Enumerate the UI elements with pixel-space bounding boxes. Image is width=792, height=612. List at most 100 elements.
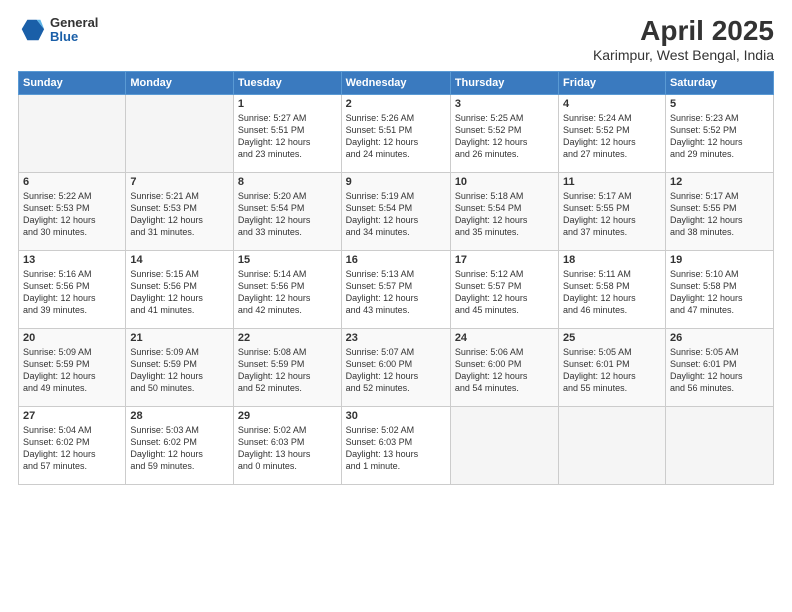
calendar-day-cell [559,406,666,484]
day-info: Sunrise: 5:27 AM Sunset: 5:51 PM Dayligh… [238,112,337,161]
day-number: 5 [670,98,769,110]
day-number: 3 [455,98,554,110]
day-info: Sunrise: 5:02 AM Sunset: 6:03 PM Dayligh… [346,424,446,473]
day-info: Sunrise: 5:24 AM Sunset: 5:52 PM Dayligh… [563,112,661,161]
calendar-day-cell: 18Sunrise: 5:11 AM Sunset: 5:58 PM Dayli… [559,250,666,328]
calendar-week-row: 20 Sunrise: 5:09 AM Sunset: 5:59 PM Dayli… [19,328,774,406]
day-info: Sunrise: 5:18 AM Sunset: 5:54 PM Dayligh… [455,190,554,239]
day-number: 17 [455,254,554,266]
day-info: Sunrise: 5:17 AM Sunset: 5:55 PM Dayligh… [670,190,769,239]
weekday-header-monday: Monday [126,71,234,94]
calendar-day-cell: 26Sunrise: 5:05 AM Sunset: 6:01 PM Dayli… [665,328,773,406]
calendar-week-row: 27 Sunrise: 5:04 AM Sunset: 6:02 PM Dayli… [19,406,774,484]
calendar-day-cell: 5Sunrise: 5:23 AM Sunset: 5:52 PM Daylig… [665,94,773,172]
day-info: Sunrise: 5:02 AM Sunset: 6:03 PM Dayligh… [238,424,337,473]
day-number: 16 [346,254,446,266]
calendar-day-cell: 20 Sunrise: 5:09 AM Sunset: 5:59 PM Dayli… [19,328,126,406]
day-number: 24 [455,332,554,344]
weekday-header-sunday: Sunday [19,71,126,94]
day-info: Sunrise: 5:19 AM Sunset: 5:54 PM Dayligh… [346,190,446,239]
calendar-day-cell: 3 Sunrise: 5:25 AM Sunset: 5:52 PM Daylig… [450,94,558,172]
calendar-day-cell: 19Sunrise: 5:10 AM Sunset: 5:58 PM Dayli… [665,250,773,328]
calendar-day-cell: 27 Sunrise: 5:04 AM Sunset: 6:02 PM Dayli… [19,406,126,484]
calendar-day-cell: 15 Sunrise: 5:14 AM Sunset: 5:56 PM Dayli… [233,250,341,328]
calendar-day-cell [126,94,234,172]
day-number: 30 [346,410,446,422]
calendar-day-cell: 12 Sunrise: 5:17 AM Sunset: 5:55 PM Dayli… [665,172,773,250]
logo-general: General [50,16,98,30]
day-number: 6 [23,176,121,188]
day-info: Sunrise: 5:05 AM Sunset: 6:01 PM Dayligh… [563,346,661,395]
title-block: April 2025 Karimpur, West Bengal, India [593,16,774,63]
logo-blue: Blue [50,30,98,44]
calendar-day-cell: 23 Sunrise: 5:07 AM Sunset: 6:00 PM Dayli… [341,328,450,406]
calendar-day-cell: 13 Sunrise: 5:16 AM Sunset: 5:56 PM Dayli… [19,250,126,328]
day-info: Sunrise: 5:09 AM Sunset: 5:59 PM Dayligh… [130,346,229,395]
calendar-day-cell: 24Sunrise: 5:06 AM Sunset: 6:00 PM Dayli… [450,328,558,406]
calendar-day-cell: 29Sunrise: 5:02 AM Sunset: 6:03 PM Dayli… [233,406,341,484]
day-info: Sunrise: 5:05 AM Sunset: 6:01 PM Dayligh… [670,346,769,395]
calendar-day-cell: 22 Sunrise: 5:08 AM Sunset: 5:59 PM Dayli… [233,328,341,406]
day-number: 27 [23,410,121,422]
calendar-week-row: 6 Sunrise: 5:22 AM Sunset: 5:53 PM Daylig… [19,172,774,250]
day-info: Sunrise: 5:12 AM Sunset: 5:57 PM Dayligh… [455,268,554,317]
weekday-header-friday: Friday [559,71,666,94]
calendar-day-cell: 8 Sunrise: 5:20 AM Sunset: 5:54 PM Daylig… [233,172,341,250]
page: General Blue April 2025 Karimpur, West B… [0,0,792,612]
day-info: Sunrise: 5:09 AM Sunset: 5:59 PM Dayligh… [23,346,121,395]
day-number: 20 [23,332,121,344]
calendar-subtitle: Karimpur, West Bengal, India [593,47,774,63]
weekday-header-wednesday: Wednesday [341,71,450,94]
day-number: 4 [563,98,661,110]
calendar-table: SundayMondayTuesdayWednesdayThursdayFrid… [18,71,774,485]
calendar-day-cell: 1 Sunrise: 5:27 AM Sunset: 5:51 PM Daylig… [233,94,341,172]
day-info: Sunrise: 5:03 AM Sunset: 6:02 PM Dayligh… [130,424,229,473]
calendar-day-cell [19,94,126,172]
day-info: Sunrise: 5:25 AM Sunset: 5:52 PM Dayligh… [455,112,554,161]
calendar-title: April 2025 [593,16,774,47]
day-info: Sunrise: 5:14 AM Sunset: 5:56 PM Dayligh… [238,268,337,317]
logo-text: General Blue [50,16,98,45]
day-number: 12 [670,176,769,188]
day-info: Sunrise: 5:21 AM Sunset: 5:53 PM Dayligh… [130,190,229,239]
day-number: 1 [238,98,337,110]
calendar-day-cell: 4 Sunrise: 5:24 AM Sunset: 5:52 PM Daylig… [559,94,666,172]
day-info: Sunrise: 5:22 AM Sunset: 5:53 PM Dayligh… [23,190,121,239]
day-info: Sunrise: 5:26 AM Sunset: 5:51 PM Dayligh… [346,112,446,161]
calendar-day-cell: 30 Sunrise: 5:02 AM Sunset: 6:03 PM Dayli… [341,406,450,484]
day-number: 13 [23,254,121,266]
day-number: 10 [455,176,554,188]
day-number: 23 [346,332,446,344]
day-number: 8 [238,176,337,188]
day-number: 15 [238,254,337,266]
weekday-header-saturday: Saturday [665,71,773,94]
day-number: 11 [563,176,661,188]
day-info: Sunrise: 5:04 AM Sunset: 6:02 PM Dayligh… [23,424,121,473]
calendar-header-row: SundayMondayTuesdayWednesdayThursdayFrid… [19,71,774,94]
calendar-day-cell [450,406,558,484]
calendar-day-cell: 10 Sunrise: 5:18 AM Sunset: 5:54 PM Dayli… [450,172,558,250]
calendar-day-cell: 9Sunrise: 5:19 AM Sunset: 5:54 PM Daylig… [341,172,450,250]
calendar-day-cell: 6 Sunrise: 5:22 AM Sunset: 5:53 PM Daylig… [19,172,126,250]
day-number: 21 [130,332,229,344]
calendar-day-cell: 11 Sunrise: 5:17 AM Sunset: 5:55 PM Dayli… [559,172,666,250]
calendar-day-cell [665,406,773,484]
day-info: Sunrise: 5:07 AM Sunset: 6:00 PM Dayligh… [346,346,446,395]
day-number: 2 [346,98,446,110]
day-info: Sunrise: 5:11 AM Sunset: 5:58 PM Dayligh… [563,268,661,317]
day-info: Sunrise: 5:13 AM Sunset: 5:57 PM Dayligh… [346,268,446,317]
calendar-day-cell: 17 Sunrise: 5:12 AM Sunset: 5:57 PM Dayli… [450,250,558,328]
day-info: Sunrise: 5:20 AM Sunset: 5:54 PM Dayligh… [238,190,337,239]
day-info: Sunrise: 5:16 AM Sunset: 5:56 PM Dayligh… [23,268,121,317]
day-info: Sunrise: 5:17 AM Sunset: 5:55 PM Dayligh… [563,190,661,239]
calendar-day-cell: 16 Sunrise: 5:13 AM Sunset: 5:57 PM Dayli… [341,250,450,328]
header: General Blue April 2025 Karimpur, West B… [18,16,774,63]
day-number: 22 [238,332,337,344]
day-info: Sunrise: 5:08 AM Sunset: 5:59 PM Dayligh… [238,346,337,395]
calendar-day-cell: 2 Sunrise: 5:26 AM Sunset: 5:51 PM Daylig… [341,94,450,172]
calendar-week-row: 1 Sunrise: 5:27 AM Sunset: 5:51 PM Daylig… [19,94,774,172]
day-number: 25 [563,332,661,344]
calendar-week-row: 13 Sunrise: 5:16 AM Sunset: 5:56 PM Dayli… [19,250,774,328]
day-number: 7 [130,176,229,188]
day-number: 28 [130,410,229,422]
